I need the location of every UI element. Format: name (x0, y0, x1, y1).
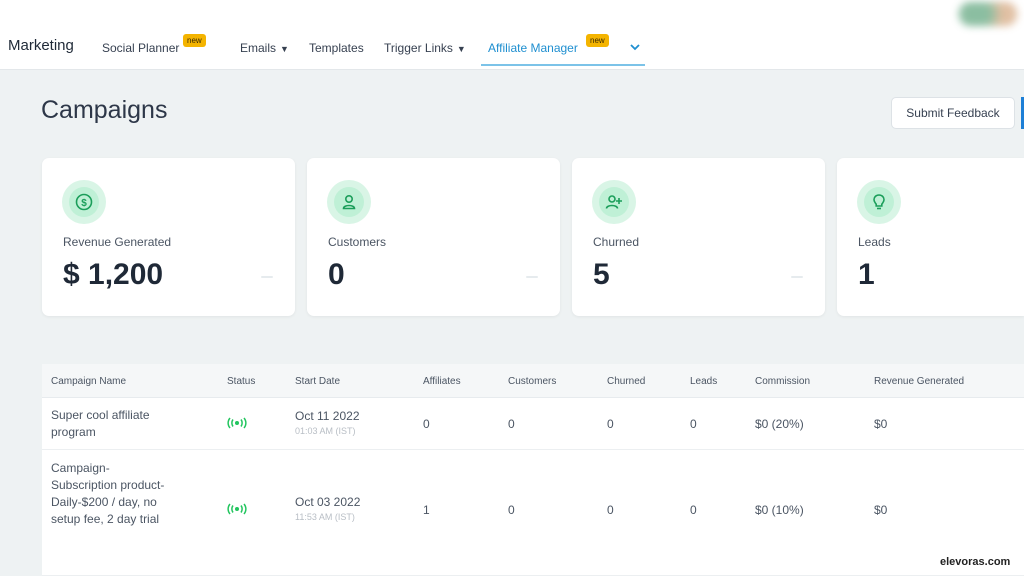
column-header[interactable]: Churned (607, 376, 645, 387)
leads-count: 0 (690, 503, 697, 517)
column-header[interactable]: Status (227, 376, 255, 387)
watermark-text: elevoras.com (940, 556, 1011, 568)
revenue-value: $0 (874, 503, 888, 517)
stat-label: Leads (858, 235, 891, 249)
new-badge: new (586, 34, 609, 47)
stat-value: 0 (328, 258, 345, 291)
live-status-icon (227, 502, 247, 520)
svg-text:$: $ (81, 198, 87, 209)
trend-dash (791, 276, 803, 278)
stat-label: Customers (328, 235, 387, 249)
dollar-icon: $ (62, 180, 106, 224)
revenue-value: $0 (874, 417, 888, 431)
user-plus-icon (592, 180, 636, 224)
stat-value: 5 (593, 258, 610, 291)
table-row[interactable]: Campaign-Subscription product-Daily-$200… (42, 450, 1024, 576)
start-date: Oct 11 2022 01:03 AM (IST) (295, 408, 360, 437)
nav-affiliate-manager[interactable]: Affiliate Manager (488, 41, 578, 55)
page-title: Campaigns (41, 96, 168, 124)
churned-count: 0 (607, 417, 614, 431)
column-header[interactable]: Leads (690, 376, 717, 387)
submit-feedback-button[interactable]: Submit Feedback (891, 97, 1015, 129)
start-date-value: Oct 11 2022 (295, 409, 360, 423)
stat-card-leads: Leads 1 (837, 158, 1024, 316)
stat-label: Churned (593, 235, 640, 249)
churned-count: 0 (607, 503, 614, 517)
live-status-icon (227, 416, 247, 434)
nav-templates-label: Templates (309, 41, 364, 55)
trend-dash (526, 276, 538, 278)
campaign-name-link[interactable]: Campaign-Subscription product-Daily-$200… (51, 460, 171, 528)
affiliates-count: 0 (423, 417, 430, 431)
commission-value: $0 (10%) (755, 503, 804, 517)
column-header[interactable]: Affiliates (423, 376, 461, 387)
customers-count: 0 (508, 503, 515, 517)
column-header[interactable]: Revenue Generated (874, 376, 964, 387)
column-header[interactable]: Customers (508, 376, 556, 387)
chevron-down-icon: ▼ (280, 44, 289, 54)
stat-value: $ 1,200 (63, 258, 164, 291)
table-header: Campaign Name Status Start Date Affiliat… (42, 364, 1024, 398)
column-header[interactable]: Campaign Name (51, 376, 126, 387)
stat-card-customers: Customers 0 (307, 158, 560, 316)
nav-social-planner[interactable]: Social Planner (102, 41, 179, 55)
table-row[interactable]: Super cool affiliate program Oct 11 2022… (42, 398, 1024, 450)
affiliates-count: 1 (423, 503, 430, 517)
nav-emails-label: Emails (240, 41, 277, 55)
affiliate-dropdown-chevron-icon[interactable] (630, 40, 640, 54)
start-date: Oct 03 2022 11:53 AM (IST) (295, 494, 360, 523)
campaigns-table: Campaign Name Status Start Date Affiliat… (42, 364, 1024, 576)
stat-value: 1 (858, 258, 875, 291)
chevron-down-icon: ▼ (456, 44, 466, 54)
nav-trigger-links[interactable]: Trigger Links ▼ (384, 41, 466, 55)
column-header[interactable]: Commission (755, 376, 810, 387)
user-icon (327, 180, 371, 224)
avatar[interactable] (958, 2, 1018, 26)
new-badge: new (183, 34, 206, 47)
start-time: 01:03 AM (IST) (295, 426, 356, 436)
customers-count: 0 (508, 417, 515, 431)
commission-value: $0 (20%) (755, 417, 804, 431)
nav-social-planner-label: Social Planner (102, 41, 180, 55)
start-time: 11:53 AM (IST) (295, 512, 355, 522)
column-header[interactable]: Start Date (295, 376, 340, 387)
start-date-value: Oct 03 2022 (295, 495, 361, 509)
nav-templates[interactable]: Templates (309, 41, 364, 55)
nav-trigger-links-label: Trigger Links (384, 41, 453, 55)
active-tab-underline (481, 64, 645, 66)
brand-title: Marketing (8, 37, 74, 54)
top-nav: Marketing Social Planner new Emails ▼ Tem… (0, 0, 1024, 70)
nav-affiliate-manager-label: Affiliate Manager (488, 41, 578, 55)
lightbulb-icon (857, 180, 901, 224)
nav-emails[interactable]: Emails ▼ (240, 41, 289, 55)
stat-card-churned: Churned 5 (572, 158, 825, 316)
leads-count: 0 (690, 417, 697, 431)
trend-dash (261, 276, 273, 278)
stat-card-revenue: $ Revenue Generated $ 1,200 (42, 158, 295, 316)
campaign-name-link[interactable]: Super cool affiliate program (51, 407, 181, 441)
stat-label: Revenue Generated (63, 235, 172, 249)
